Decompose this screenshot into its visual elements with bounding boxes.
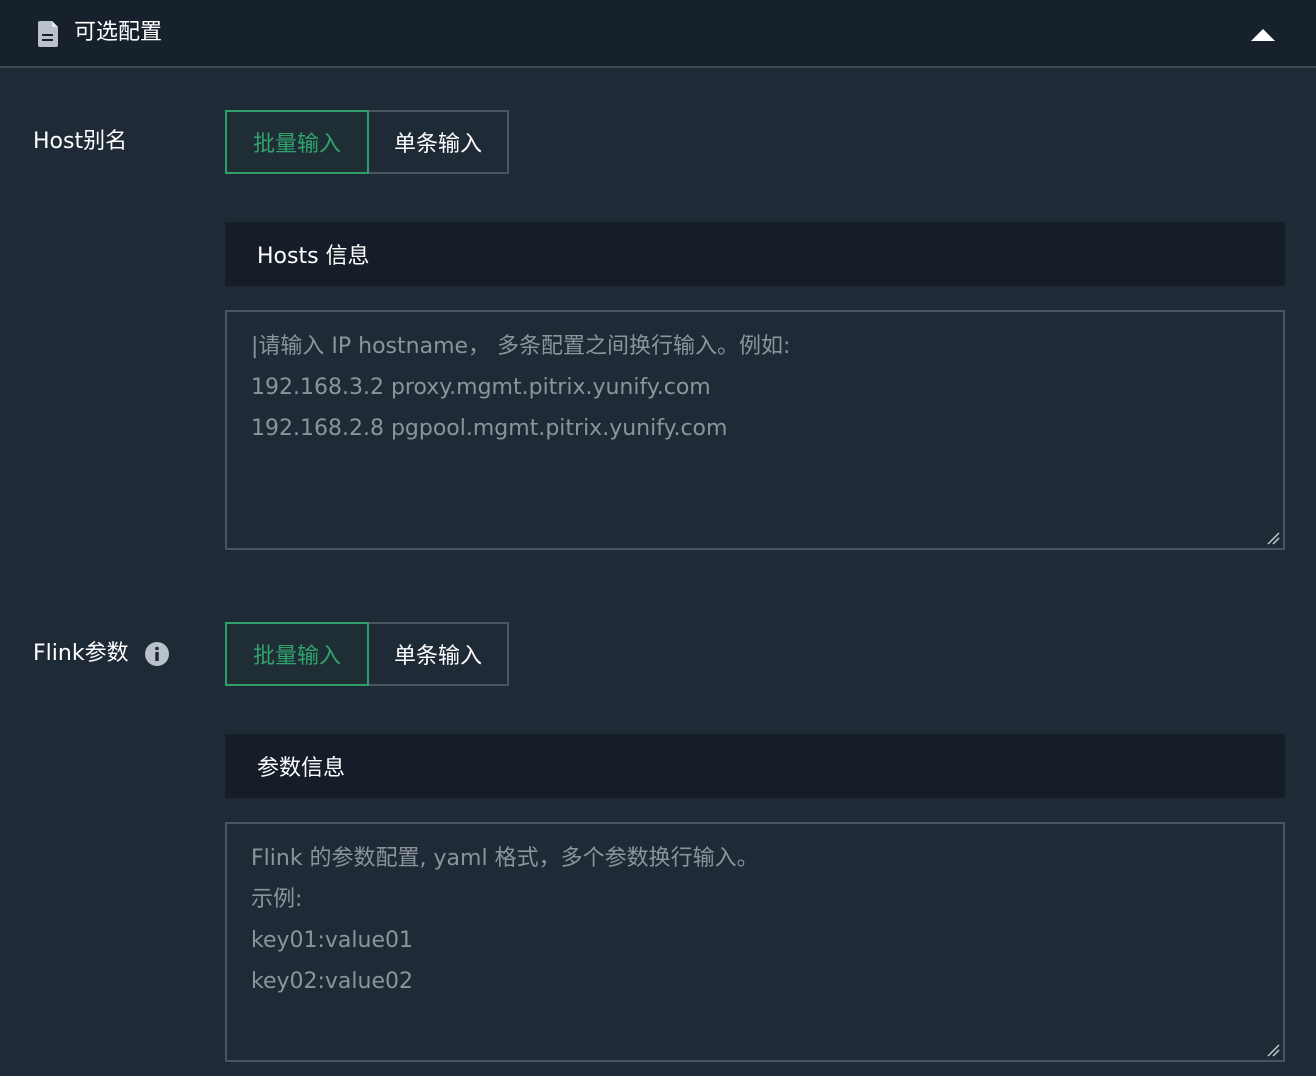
hosts-textarea[interactable]: |请输入 IP hostname， 多条配置之间换行输入。例如: 192.168… (225, 310, 1285, 550)
section-title: 可选配置 (74, 20, 163, 45)
document-icon (38, 21, 58, 47)
flink-params-single-input-tab[interactable]: 单条输入 (369, 622, 509, 686)
params-placeholder-line: key01:value01 (251, 928, 414, 953)
resize-handle-icon[interactable] (1266, 531, 1280, 545)
host-alias-input-mode-toggle: 批量输入 单条输入 (225, 110, 509, 174)
resize-handle-icon[interactable] (1266, 1043, 1280, 1057)
hosts-placeholder-line: 192.168.3.2 proxy.mgmt.pitrix.yunify.com (251, 375, 711, 400)
caret-up-icon[interactable] (1248, 22, 1278, 46)
host-alias-batch-input-tab[interactable]: 批量输入 (225, 110, 369, 174)
info-icon[interactable] (145, 642, 169, 666)
params-placeholder-line: 示例: (251, 887, 303, 912)
flink-params-label: Flink参数 (33, 641, 129, 666)
hosts-placeholder-line: |请输入 IP hostname， 多条配置之间换行输入。例如: (251, 334, 791, 359)
flink-params-input-mode-toggle: 批量输入 单条输入 (225, 622, 509, 686)
hosts-info-subheader: Hosts 信息 (225, 222, 1285, 286)
optional-config-panel: 可选配置 Host别名 批量输入 单条输入 Hosts 信息 |请输入 IP h… (0, 0, 1316, 1076)
section-header[interactable]: 可选配置 (0, 0, 1316, 68)
params-info-subheader: 参数信息 (225, 734, 1285, 798)
flink-params-textarea[interactable]: Flink 的参数配置, yaml 格式，多个参数换行输入。 示例: key01… (225, 822, 1285, 1062)
host-alias-single-input-tab[interactable]: 单条输入 (369, 110, 509, 174)
params-placeholder-line: key02:value02 (251, 969, 414, 994)
params-placeholder-line: Flink 的参数配置, yaml 格式，多个参数换行输入。 (251, 846, 759, 871)
flink-params-batch-input-tab[interactable]: 批量输入 (225, 622, 369, 686)
hosts-placeholder-line: 192.168.2.8 pgpool.mgmt.pitrix.yunify.co… (251, 416, 728, 441)
host-alias-label: Host别名 (33, 129, 128, 154)
